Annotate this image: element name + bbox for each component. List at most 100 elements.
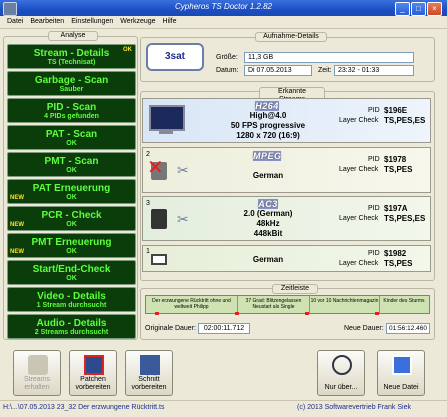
timeline-segment[interactable]: 37 Grad: Blitzengelassen Neustart als Si… (238, 296, 310, 313)
nur-label: Nur über... (324, 384, 358, 391)
pid-value: $197A (384, 204, 408, 213)
analyse-button-status: OK (66, 167, 77, 174)
analyse-button-title: PID - Scan (46, 102, 97, 113)
codec-label: AC3 (258, 199, 278, 209)
menu-einstellungen[interactable]: Einstellungen (71, 16, 113, 28)
analyse-button-title: Stream - Details (33, 48, 110, 59)
timeline-segment[interactable]: 10 vor 10 Nachrichtenmagazin (310, 296, 380, 313)
size-field: 11,3 GB (244, 52, 414, 63)
pid-value: $1982 (384, 249, 407, 258)
analyse-button[interactable]: PCR - Check OK NEW (7, 206, 136, 231)
orig-duration-label: Originale Dauer: (145, 325, 196, 332)
analyse-button[interactable]: Audio - Details 2 Streams durchsucht (7, 314, 136, 339)
tools-icon: ✂ (177, 211, 189, 227)
layer-check-label: Layer Check (339, 215, 379, 222)
streams-erhalten-button[interactable]: Streams erhalten (13, 350, 61, 396)
analyse-button[interactable]: Video - Details 1 Stream durchsucht (7, 287, 136, 312)
stream-info-line: German (252, 171, 284, 180)
schnitt-button[interactable]: Schnitt vorbereiten (125, 350, 173, 396)
stream-info-line: 448kBit (253, 229, 283, 238)
minimize-button[interactable]: _ (395, 2, 410, 16)
layer-check-value: TS,PES,ES (384, 116, 426, 125)
codec-label: H264 (255, 101, 279, 111)
date-field: Di 07.05.2013 (244, 65, 312, 76)
stream-info-line: 50 FPS progressive (230, 121, 306, 130)
new-duration-label: Neue Dauer: (344, 325, 384, 332)
speaker-icon (151, 209, 167, 229)
analyse-button[interactable]: PAT Erneuerung OK NEW (7, 179, 136, 204)
window-title: Cypheros TS Doctor 1.2.82 (175, 2, 272, 11)
pid-value: $1978 (384, 155, 407, 164)
status-copyright: (c) 2013 Softwarevertrieb Frank Siek (297, 404, 411, 411)
new-badge: NEW (10, 249, 24, 255)
status-bar: H:\...\07.05.2013 23_32 Der erzwungene R… (0, 400, 447, 417)
layer-check-value: TS,PES (384, 165, 413, 174)
analyse-button-status: OK (66, 221, 77, 228)
cut-icon (140, 355, 160, 375)
neue-datei-button[interactable]: Neue Datei (377, 350, 425, 396)
pid-label: PID (368, 107, 380, 114)
stream-audio-mpeg[interactable]: 2 ✕ ✂ MPEG German PID $1978 Layer Check … (142, 147, 431, 193)
analyse-button-status: OK (66, 140, 77, 147)
stream-video[interactable]: H264 High@4.0 50 FPS progressive 1280 x … (142, 98, 431, 143)
menu-bearbeiten[interactable]: Bearbeiten (30, 16, 64, 28)
patchen-label: Patchen vorbereiten (75, 376, 111, 391)
stream-info-line: 2.0 (German) (243, 209, 293, 218)
analyse-button[interactable]: PAT - Scan OK (7, 125, 136, 150)
analyse-button[interactable]: PMT - Scan OK (7, 152, 136, 177)
close-button[interactable]: × (427, 2, 442, 16)
analyse-button-title: Audio - Details (36, 318, 107, 329)
analyse-button-status: OK (66, 248, 77, 255)
status-file-path: H:\...\07.05.2013 23_32 Der erzwungene R… (3, 404, 165, 411)
analyse-button[interactable]: PMT Erneuerung OK NEW (7, 233, 136, 258)
pid-label: PID (368, 250, 380, 257)
neue-datei-label: Neue Datei (383, 384, 419, 391)
orig-duration-field: 02:00:11.712 (198, 323, 250, 334)
menu-hilfe[interactable]: Hilfe (163, 16, 177, 28)
analyse-button-status: 1 Stream durchsucht (36, 302, 107, 309)
analyse-button-status: TS (Technisat) (47, 59, 96, 66)
menu-datei[interactable]: Datei (7, 16, 23, 28)
maximize-button[interactable]: □ (411, 2, 426, 16)
analyse-button[interactable]: Start/End-Check OK (7, 260, 136, 285)
time-field: 23:32 - 01:33 (334, 65, 414, 76)
monitor-stand (159, 129, 173, 134)
magnifier-icon (332, 355, 352, 375)
new-duration-field: 01:56:12.460 (386, 323, 430, 334)
patchen-button[interactable]: Patchen vorbereiten (69, 350, 117, 396)
stream-teletext[interactable]: 1 German PID $1982 Layer Check TS,PES (142, 245, 431, 272)
analyse-button-title: PMT - Scan (44, 156, 99, 167)
analyse-button-title: Start/End-Check (32, 264, 111, 275)
layer-check-label: Layer Check (339, 260, 379, 267)
analyse-button[interactable]: Garbage - Scan Sauber (7, 71, 136, 96)
stream-audio-ac3[interactable]: 3 ✂ AC3 2.0 (German) 48kHz 448kBit PID $… (142, 196, 431, 241)
analyse-button-status: OK (66, 194, 77, 201)
codec-label: MPEG (253, 151, 282, 161)
analyse-button[interactable]: Stream - Details TS (Technisat) OK (7, 44, 136, 69)
stream-info-line: 48kHz (256, 219, 280, 228)
menu-werkzeuge[interactable]: Werkzeuge (120, 16, 155, 28)
stream-info-line: High@4.0 (249, 111, 287, 120)
menu-bar: Datei Bearbeiten Einstellungen Werkzeuge Hil… (0, 16, 447, 29)
analyse-title: Analyse (48, 31, 98, 41)
aufnahme-title: Aufnahme-Details (255, 32, 327, 42)
analyse-button-title: Video - Details (37, 291, 106, 302)
analyse-button-title: PCR - Check (41, 210, 102, 221)
timeline-segment[interactable]: Kinder des Sturms (380, 296, 428, 313)
new-badge: NEW (10, 195, 24, 201)
time-label: Zeit: (318, 67, 332, 74)
analyse-button-title: PAT Erneuerung (32, 183, 111, 194)
new-badge: NEW (10, 222, 24, 228)
pid-value: $196E (384, 106, 408, 115)
ok-badge: OK (123, 47, 132, 53)
schnitt-label: Schnitt vorbereiten (131, 376, 167, 391)
streams-icon (28, 355, 48, 375)
timeline-segment[interactable]: Der erzwungene Rücktritt ohne und weltwe… (146, 296, 238, 313)
layer-check-label: Layer Check (339, 117, 379, 124)
analyse-button-title: PAT - Scan (45, 129, 98, 140)
muted-x-icon: ✕ (147, 157, 164, 179)
analyse-button[interactable]: PID - Scan 4 PIDs gefunden (7, 98, 136, 123)
nur-ueberpruefen-button[interactable]: Nur über... (317, 350, 365, 396)
patch-icon (84, 355, 104, 375)
layer-check-value: TS,PES,ES (384, 214, 426, 223)
